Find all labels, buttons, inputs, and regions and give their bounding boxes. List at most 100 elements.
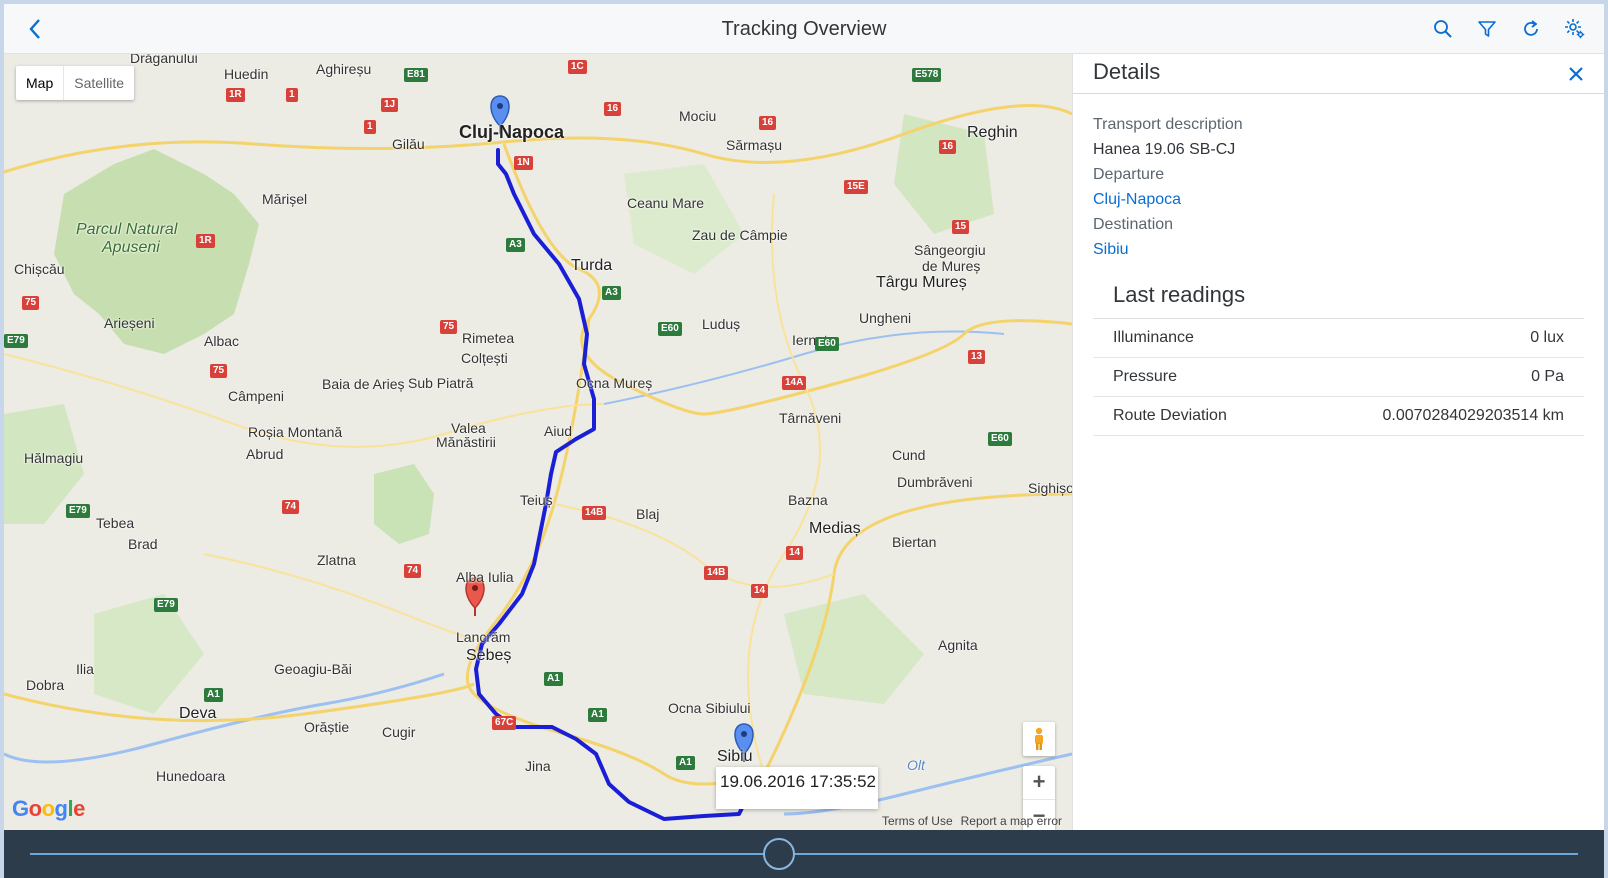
road-shield: 14B xyxy=(582,506,607,520)
map-label: Ceanu Mare xyxy=(627,195,705,211)
map-label: Aghireșu xyxy=(316,61,372,77)
map-label: de Mureș xyxy=(922,258,981,274)
google-logo: Google xyxy=(12,796,85,821)
road-shield: E60 xyxy=(988,432,1012,446)
transport-description-value: Hanea 19.06 SB-CJ xyxy=(1093,141,1236,158)
road-shield: 75 xyxy=(440,320,458,334)
road-shield: 1 xyxy=(364,120,376,134)
map-view[interactable]: Map Satellite Cluj-Napoca Turda Târgu Mu… xyxy=(4,54,1072,830)
map-label: Lancrăm xyxy=(456,629,511,645)
map-label: Sărmașu xyxy=(726,137,783,153)
terms-link[interactable]: Terms of Use xyxy=(882,814,953,828)
map-label: Apuseni xyxy=(102,239,160,256)
map-label: Zau de Câmpie xyxy=(692,227,788,243)
map-label: Deva xyxy=(179,705,217,722)
map-label: Sebeș xyxy=(466,647,512,664)
filter-button[interactable] xyxy=(1470,12,1504,46)
road-shield: 74 xyxy=(282,500,300,514)
map-label: Cund xyxy=(892,447,926,463)
back-button[interactable] xyxy=(20,14,50,44)
page-title: Tracking Overview xyxy=(721,18,887,40)
map-label: Gilău xyxy=(392,136,425,152)
details-title: Details xyxy=(1093,59,1161,84)
road-shield: 15 xyxy=(952,220,970,234)
map-label: Brad xyxy=(128,536,158,552)
timeline-slider-handle[interactable] xyxy=(763,838,795,870)
road-shield: A1 xyxy=(588,708,607,722)
destination-link[interactable]: Sibiu xyxy=(1093,237,1584,262)
map-label: Târnăveni xyxy=(779,410,842,426)
refresh-button[interactable] xyxy=(1514,12,1548,46)
field-label: Destination xyxy=(1093,216,1174,233)
forest-area xyxy=(784,594,924,704)
close-button[interactable] xyxy=(1564,62,1588,86)
road-shield: 14B xyxy=(704,566,729,580)
reading-value: 0 lux xyxy=(1530,329,1564,346)
reading-name: Route Deviation xyxy=(1113,407,1227,424)
zoom-in-button[interactable]: + xyxy=(1023,766,1055,800)
map-label: Colțești xyxy=(461,350,508,366)
reading-name: Pressure xyxy=(1113,368,1178,385)
map-label: Olt xyxy=(907,757,925,773)
timeline-track[interactable] xyxy=(30,853,1578,855)
map-label: Mociu xyxy=(679,108,717,124)
map-label: Teiuș xyxy=(520,492,553,508)
gear-icon xyxy=(1565,19,1585,39)
map-type-satellite-button[interactable]: Satellite xyxy=(63,66,134,100)
map-label: Hălmagiu xyxy=(24,450,84,466)
map-label: Huedin xyxy=(224,66,269,82)
reading-value: 0.0070284029203514 km xyxy=(1382,407,1565,424)
road-shield: A1 xyxy=(544,672,563,686)
settings-button[interactable] xyxy=(1558,12,1592,46)
map-label: Mănăstirii xyxy=(436,434,496,450)
refresh-icon xyxy=(1524,20,1538,36)
chevron-left-icon xyxy=(29,19,40,39)
map-label: Sângeorgiu xyxy=(914,242,986,258)
report-error-link[interactable]: Report a map error xyxy=(961,814,1062,828)
map-label: Ilia xyxy=(76,661,94,677)
road-shield: A3 xyxy=(602,286,621,300)
road-shield: E60 xyxy=(658,322,682,336)
close-icon xyxy=(1569,67,1583,81)
map-label: Cugir xyxy=(382,724,416,740)
map-label: Drăganului xyxy=(130,54,198,66)
details-form: Transport description Hanea 19.06 SB-CJ … xyxy=(1073,94,1604,262)
map-label: Zlatna xyxy=(317,552,356,568)
map-label: Blaj xyxy=(636,506,660,522)
street-view-button[interactable] xyxy=(1023,722,1055,756)
river xyxy=(4,672,445,764)
map-label: Hunedoara xyxy=(156,768,226,784)
road-shield: 1R xyxy=(196,234,215,248)
forest-area xyxy=(374,464,434,544)
road-shield: A1 xyxy=(676,756,695,770)
map-label: Baia de Arieș xyxy=(322,376,405,392)
map-label: Târgu Mureș xyxy=(876,274,967,291)
road-shield: 74 xyxy=(404,564,422,578)
map-label: Sighișo xyxy=(1028,480,1072,496)
filter-icon xyxy=(1478,21,1496,37)
search-button[interactable] xyxy=(1426,12,1460,46)
road-shield: 15E xyxy=(844,180,868,194)
search-icon xyxy=(1434,20,1452,38)
road-shield: 16 xyxy=(939,140,957,154)
road-shield: 67C xyxy=(492,716,517,730)
field-label: Transport description xyxy=(1093,116,1243,133)
map-label: Alba Iulia xyxy=(456,569,514,585)
map-label: Chișcău xyxy=(14,261,65,277)
road-shield: 1 xyxy=(286,88,298,102)
map-label: Dumbrăveni xyxy=(897,474,973,490)
map-label: Bazna xyxy=(788,492,828,508)
map-label: Parcul Natural xyxy=(76,221,178,238)
map-label: Aiud xyxy=(544,423,573,439)
map-type-map-button[interactable]: Map xyxy=(16,66,63,100)
map-label: Arieșeni xyxy=(104,315,155,331)
road-shield: 16 xyxy=(604,102,622,116)
reading-name: Illuminance xyxy=(1113,329,1194,346)
road-shield: 1J xyxy=(381,98,399,112)
details-header: Details xyxy=(1073,54,1604,94)
map-label: Agnita xyxy=(938,637,978,653)
departure-link[interactable]: Cluj-Napoca xyxy=(1093,187,1584,212)
road-shield: E79 xyxy=(154,598,178,612)
table-row: Route Deviation 0.0070284029203514 km xyxy=(1093,397,1584,436)
map-label: Turda xyxy=(571,257,613,274)
